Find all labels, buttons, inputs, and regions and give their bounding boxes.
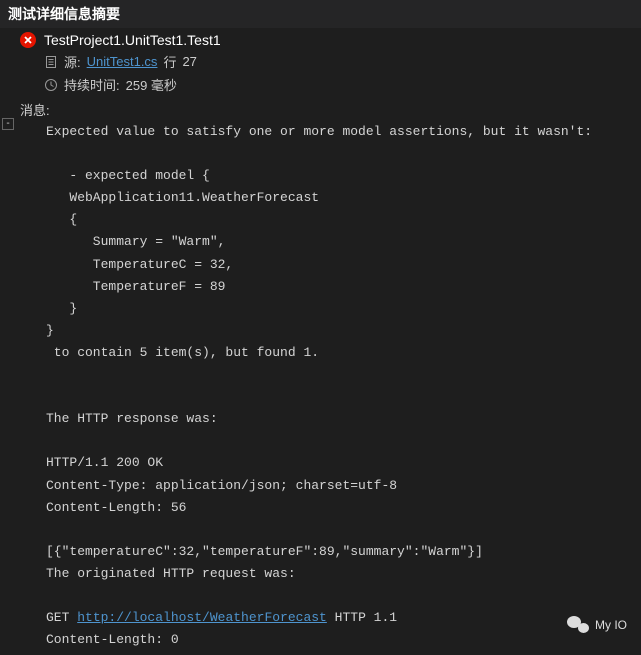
message-label: 消息: [20,100,633,119]
source-line-number: 27 [182,54,196,69]
test-fail-icon [20,32,36,48]
clock-icon [44,78,58,92]
source-file-link[interactable]: UnitTest1.cs [87,54,158,69]
test-full-name: TestProject1.UnitTest1.Test1 [44,32,221,48]
test-duration-row: 持续时间: 259 毫秒 [0,73,641,96]
message-body: Expected value to satisfy one or more mo… [20,121,633,651]
panel-header: 测试详细信息摘要 [0,0,641,28]
request-url-link[interactable]: http://localhost/WeatherForecast [77,610,327,625]
collapse-toggle[interactable]: - [2,118,14,130]
duration-label: 持续时间: [64,75,120,94]
test-source-row: 源: UnitTest1.cs 行 27 [0,50,641,73]
test-title-row: TestProject1.UnitTest1.Test1 [0,28,641,50]
panel-title: 测试详细信息摘要 [8,6,120,22]
source-file-icon [44,55,58,69]
source-label: 源: [64,52,81,71]
message-section: 消息: Expected value to satisfy one or mor… [0,96,641,655]
source-line-label: 行 [163,52,176,71]
duration-value: 259 毫秒 [126,75,177,94]
wechat-icon [567,616,589,634]
watermark: My IO [567,616,627,634]
watermark-text: My IO [595,618,627,632]
